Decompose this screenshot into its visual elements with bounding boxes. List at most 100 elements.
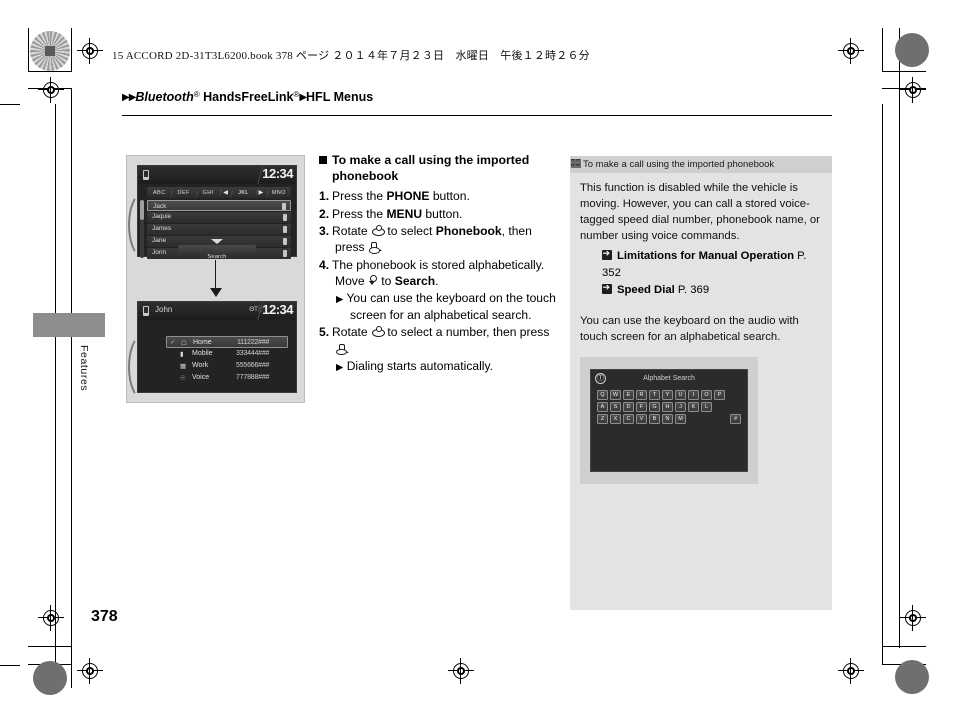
key-s[interactable]: S — [610, 402, 621, 412]
reference-title: Speed Dial — [617, 284, 675, 296]
list-item[interactable]: Jack — [147, 200, 291, 212]
key-g[interactable]: G — [649, 402, 660, 412]
key-m[interactable]: M — [675, 414, 686, 424]
key-z[interactable]: Z — [597, 414, 608, 424]
scrollbar-thumb[interactable] — [140, 200, 144, 220]
key-v[interactable]: V — [636, 414, 647, 424]
keyboard-row-2: A S D F G H J K L — [597, 402, 741, 412]
crop-mark-line — [71, 88, 72, 688]
list-item[interactable]: James — [147, 223, 291, 236]
sidebar-reference-2[interactable]: Speed Dial P. 369 — [602, 281, 820, 299]
device-status-bar: 12:34 — [138, 166, 296, 184]
scroll-down-caret-icon[interactable] — [211, 239, 223, 244]
crop-mark-line — [882, 28, 883, 72]
key-l[interactable]: L — [701, 402, 712, 412]
instruction-step-5: 5. Rotate to select a number, then press … — [319, 325, 550, 356]
key-a[interactable]: A — [597, 402, 608, 412]
key-hash[interactable]: # — [730, 414, 741, 424]
mobile-icon: ▮ — [180, 351, 184, 358]
sidebar-reference-1[interactable]: Limitations for Manual Operation P. 352 — [602, 247, 820, 282]
key-b[interactable]: B — [649, 414, 660, 424]
step-number: 5. — [319, 325, 330, 340]
key-d[interactable]: D — [623, 402, 634, 412]
phone-type-icon — [282, 203, 286, 210]
contact-name-header: John — [155, 305, 173, 314]
key-o[interactable]: O — [701, 390, 712, 400]
step-text-mid: to select — [384, 224, 436, 239]
key-x[interactable]: X — [610, 414, 621, 424]
selected-check-icon: ✓ — [170, 340, 176, 346]
breadcrumb-section: HFL Menus — [306, 90, 374, 104]
key-e[interactable]: E — [623, 390, 634, 400]
key-f[interactable]: F — [636, 402, 647, 412]
breadcrumb-bluetooth: Bluetooth — [135, 90, 194, 104]
list-item[interactable]: ▦ Work 555666### — [166, 360, 288, 372]
reference-title: Limitations for Manual Operation — [617, 250, 794, 263]
key-r[interactable]: R — [636, 390, 647, 400]
home-icon: ☖ — [181, 340, 187, 347]
phone-icon — [143, 306, 149, 316]
step-number: 2. — [319, 206, 330, 221]
registration-mark — [838, 658, 864, 684]
registration-mark — [900, 605, 926, 631]
instruction-step-4: 4. The phonebook is stored alphabetically… — [319, 257, 561, 290]
instruction-bullet-5: ▶ Dialing starts automatically. — [319, 358, 561, 375]
sidebar-header-text: To make a call using the imported phoneb… — [583, 159, 775, 170]
crop-mark-line — [55, 104, 56, 664]
reference-arrow-icon — [602, 281, 612, 294]
illustration-panel: 12:34 ABC DEF GHI ◀ JKL ▶ MNO Jack Jaqui… — [126, 155, 305, 403]
keyboard-row-3: Z X C V B N M # — [597, 414, 741, 424]
alpha-tab-mno[interactable]: MNO — [267, 190, 291, 196]
key-h[interactable]: H — [662, 402, 673, 412]
key-k[interactable]: K — [688, 402, 699, 412]
list-item[interactable]: Jaquie — [147, 211, 291, 224]
step-text-pre: Rotate — [332, 325, 371, 340]
reference-page: P. 369 — [677, 284, 710, 296]
registration-mark — [38, 605, 64, 631]
key-q[interactable]: Q — [597, 390, 608, 400]
key-n[interactable]: N — [662, 414, 673, 424]
step-bold-term: PHONE — [386, 189, 430, 204]
alpha-tab-jkl[interactable]: JKL — [231, 190, 255, 196]
step-text-mid: to select a number, then press — [384, 325, 550, 340]
instruction-step-3: 3. Rotate to select Phonebook, then press… — [319, 224, 532, 255]
key-u[interactable]: U — [675, 390, 686, 400]
search-button[interactable]: Search — [178, 245, 256, 260]
step-text-post: . — [435, 274, 439, 288]
rotary-knob-icon — [371, 326, 385, 338]
contact-name: Jonn — [152, 249, 167, 257]
instruction-step-1: 1. Press the PHONE button. — [319, 188, 561, 204]
number-type-label: Work — [192, 362, 209, 369]
key-j[interactable]: J — [675, 402, 686, 412]
keyboard-row-1: Q W E R T Y U I O P — [597, 390, 741, 400]
alpha-tab-left-arrow-icon[interactable]: ◀ — [220, 189, 231, 196]
step-number: 1. — [319, 189, 330, 204]
alpha-tab-abc[interactable]: ABC — [147, 190, 171, 196]
bullet-text: You can use the keyboard on the touch sc… — [346, 291, 556, 323]
alpha-tab-def[interactable]: DEF — [171, 190, 195, 196]
alpha-tab-ghi[interactable]: GHI — [196, 190, 220, 196]
sidebar-paragraph-1: This function is disabled while the vehi… — [580, 182, 820, 243]
key-c[interactable]: C — [623, 414, 634, 424]
crop-mark-line — [0, 665, 20, 666]
registration-mark — [900, 77, 926, 103]
list-item[interactable]: ▮ Mobile 333444### — [166, 348, 288, 360]
registration-mark — [448, 658, 474, 684]
flow-arrow-icon — [210, 260, 220, 297]
key-t[interactable]: T — [649, 390, 660, 400]
decorative-arc — [128, 334, 158, 400]
key-y[interactable]: Y — [662, 390, 673, 400]
step-text-pre: Press the — [332, 189, 387, 204]
key-i[interactable]: I — [688, 390, 699, 400]
key-p[interactable]: P — [714, 390, 725, 400]
list-item[interactable]: ✓ ☖ Home 111222### — [166, 336, 288, 348]
crop-mark-line — [882, 71, 926, 72]
crop-mark-line — [882, 104, 883, 664]
phone-type-icon — [283, 237, 287, 245]
alphabet-search-title: Alphabet Search — [643, 375, 695, 382]
registration-mark — [77, 38, 103, 64]
alpha-tab-right-arrow-icon[interactable]: ▶ — [256, 189, 267, 196]
alpha-tab-strip[interactable]: ABC DEF GHI ◀ JKL ▶ MNO — [147, 187, 291, 198]
list-item[interactable]: ☉ Voice 777888### — [166, 372, 288, 384]
key-w[interactable]: W — [610, 390, 621, 400]
